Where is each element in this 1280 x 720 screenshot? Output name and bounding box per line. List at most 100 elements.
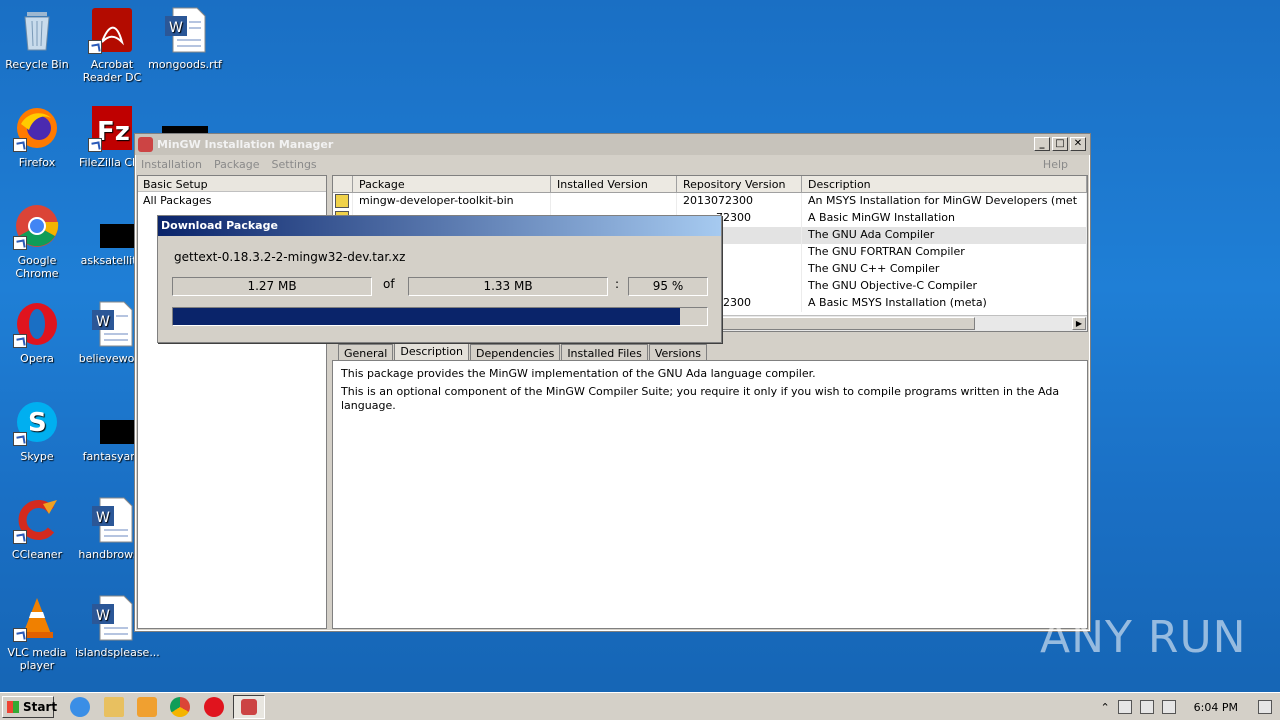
menu-installation[interactable]: Installation [141, 158, 202, 171]
desktop-icon-vlc[interactable]: VLC media player [0, 594, 74, 672]
tab-description[interactable]: Description [394, 342, 470, 362]
close-button[interactable]: ✕ [1070, 137, 1086, 151]
download-package-dialog: Download Package gettext-0.18.3.2-2-ming… [157, 215, 722, 343]
scrollbar-thumb[interactable] [717, 317, 975, 330]
shortcut-arrow-icon [13, 236, 27, 250]
cell-desc: A Basic MSYS Installation (meta) [802, 295, 1087, 312]
cell-installed [551, 193, 677, 210]
downloaded-size-field: 1.27 MB [172, 277, 372, 296]
description-line-2: This is an optional component of the Min… [341, 385, 1060, 412]
desktop-icon-acrobat[interactable]: Acrobat Reader DC [75, 6, 149, 84]
desktop-icon-ccleaner[interactable]: CCleaner [0, 496, 74, 561]
skype-icon: S [13, 398, 61, 446]
desktop-icon-label: Opera [20, 352, 54, 365]
download-filename: gettext-0.18.3.2-2-mingw32-dev.tar.xz [174, 250, 406, 264]
svg-text:S: S [28, 408, 47, 438]
chrome-icon [13, 202, 61, 250]
cell-desc: The GNU Objective-C Compiler [802, 278, 1087, 295]
column-header-installed-version[interactable]: Installed Version [551, 176, 677, 192]
explorer-icon[interactable] [104, 697, 124, 717]
menu-settings[interactable]: Settings [272, 158, 317, 171]
system-tray: ⌃ 6:04 PM [1100, 695, 1280, 719]
menu-help[interactable]: Help [1043, 158, 1068, 171]
minimize-button[interactable]: _ [1034, 137, 1050, 151]
menu-package[interactable]: Package [214, 158, 260, 171]
chrome-icon[interactable] [170, 697, 190, 717]
cell-desc: A Basic MinGW Installation [802, 210, 1087, 227]
show-desktop-icon[interactable] [1258, 700, 1272, 714]
of-label: of [383, 277, 395, 291]
desktop-icon-label: mongoods.rtf [148, 58, 222, 71]
opera-icon [13, 300, 61, 348]
ie-icon[interactable] [70, 697, 90, 717]
ccleaner-icon [13, 496, 61, 544]
download-progress-bar [172, 307, 708, 326]
column-header-status[interactable] [333, 176, 353, 192]
action-center-flag-icon[interactable] [1161, 700, 1176, 714]
desktop-icon-mongoods[interactable]: W mongoods.rtf [148, 6, 222, 71]
recycle-bin-icon [13, 6, 61, 54]
cell-desc: The GNU Ada Compiler [802, 227, 1087, 244]
cell-repo: 2013072300 [677, 193, 802, 210]
vlc-icon [13, 594, 61, 642]
word-document-icon: W [161, 6, 209, 54]
desktop-icon-firefox[interactable]: Firefox [0, 104, 74, 169]
table-row[interactable]: mingw-developer-toolkit-bin 2013072300 A… [333, 193, 1087, 210]
firefox-icon [13, 104, 61, 152]
cell-desc: The GNU C++ Compiler [802, 261, 1087, 278]
column-header-description[interactable]: Description [802, 176, 1087, 192]
category-all-packages[interactable]: All Packages [138, 192, 326, 208]
maximize-button[interactable]: □ [1052, 137, 1068, 151]
filezilla-icon: Fz [88, 104, 136, 152]
opera-icon[interactable] [204, 697, 224, 717]
desktop-icon-label: islandsplease... [75, 646, 160, 659]
desktop-icon-recycle-bin[interactable]: Recycle Bin [0, 6, 74, 71]
desktop-icon-label: Acrobat Reader DC [82, 58, 142, 84]
shortcut-arrow-icon [13, 334, 27, 348]
window-title: MinGW Installation Manager [157, 138, 334, 151]
desktop-icon-opera[interactable]: Opera [0, 300, 74, 365]
scroll-right-arrow-icon[interactable]: ▶ [1072, 317, 1086, 330]
menu-bar: Installation Package Settings Help [135, 155, 1090, 174]
anyrun-watermark: ANY RUN [1040, 612, 1247, 663]
redacted-icon [88, 202, 144, 250]
desktop-icon-chrome[interactable]: Google Chrome [0, 202, 74, 280]
desktop-icon-label: Firefox [18, 156, 56, 169]
shortcut-arrow-icon [13, 432, 27, 446]
mingw-icon [241, 699, 257, 715]
word-document-icon: W [88, 594, 136, 642]
word-document-icon: W [88, 300, 136, 348]
desktop-icon-label: Skype [20, 450, 54, 463]
media-player-icon[interactable] [137, 697, 157, 717]
desktop-icon-label: Google Chrome [15, 254, 59, 280]
package-status-icon[interactable] [335, 194, 349, 208]
desktop-icon-skype[interactable]: S Skype [0, 398, 74, 463]
dialog-title[interactable]: Download Package [158, 216, 721, 236]
column-header-repository-version[interactable]: Repository Version [677, 176, 802, 192]
shortcut-arrow-icon [13, 628, 27, 642]
progress-fill [173, 308, 681, 325]
cell-package: mingw-developer-toolkit-bin [353, 193, 551, 210]
percent-field: 95 % [628, 277, 708, 296]
description-pane: This package provides the MinGW implemen… [332, 360, 1088, 629]
window-titlebar[interactable]: MinGW Installation Manager _ □ ✕ [135, 134, 1090, 155]
volume-icon[interactable] [1117, 700, 1132, 714]
svg-text:W: W [96, 314, 110, 330]
taskbar-mingw-button[interactable] [233, 695, 265, 719]
shortcut-arrow-icon [13, 530, 27, 544]
total-size-field: 1.33 MB [408, 277, 608, 296]
mingw-installation-manager-window: MinGW Installation Manager _ □ ✕ Install… [134, 133, 1091, 632]
redacted-icon [88, 398, 144, 446]
tray-expand-icon[interactable]: ⌃ [1100, 701, 1109, 714]
table-header: Package Installed Version Repository Ver… [333, 176, 1087, 193]
description-line-1: This package provides the MinGW implemen… [341, 367, 816, 380]
network-icon[interactable] [1139, 700, 1154, 714]
category-basic-setup[interactable]: Basic Setup [138, 176, 326, 192]
svg-text:W: W [96, 608, 110, 624]
column-header-package[interactable]: Package [353, 176, 551, 192]
mingw-app-icon [138, 137, 153, 152]
clock[interactable]: 6:04 PM [1194, 701, 1238, 714]
start-button[interactable]: Start [2, 696, 57, 718]
shortcut-arrow-icon [13, 138, 27, 152]
shortcut-arrow-icon [88, 138, 102, 152]
